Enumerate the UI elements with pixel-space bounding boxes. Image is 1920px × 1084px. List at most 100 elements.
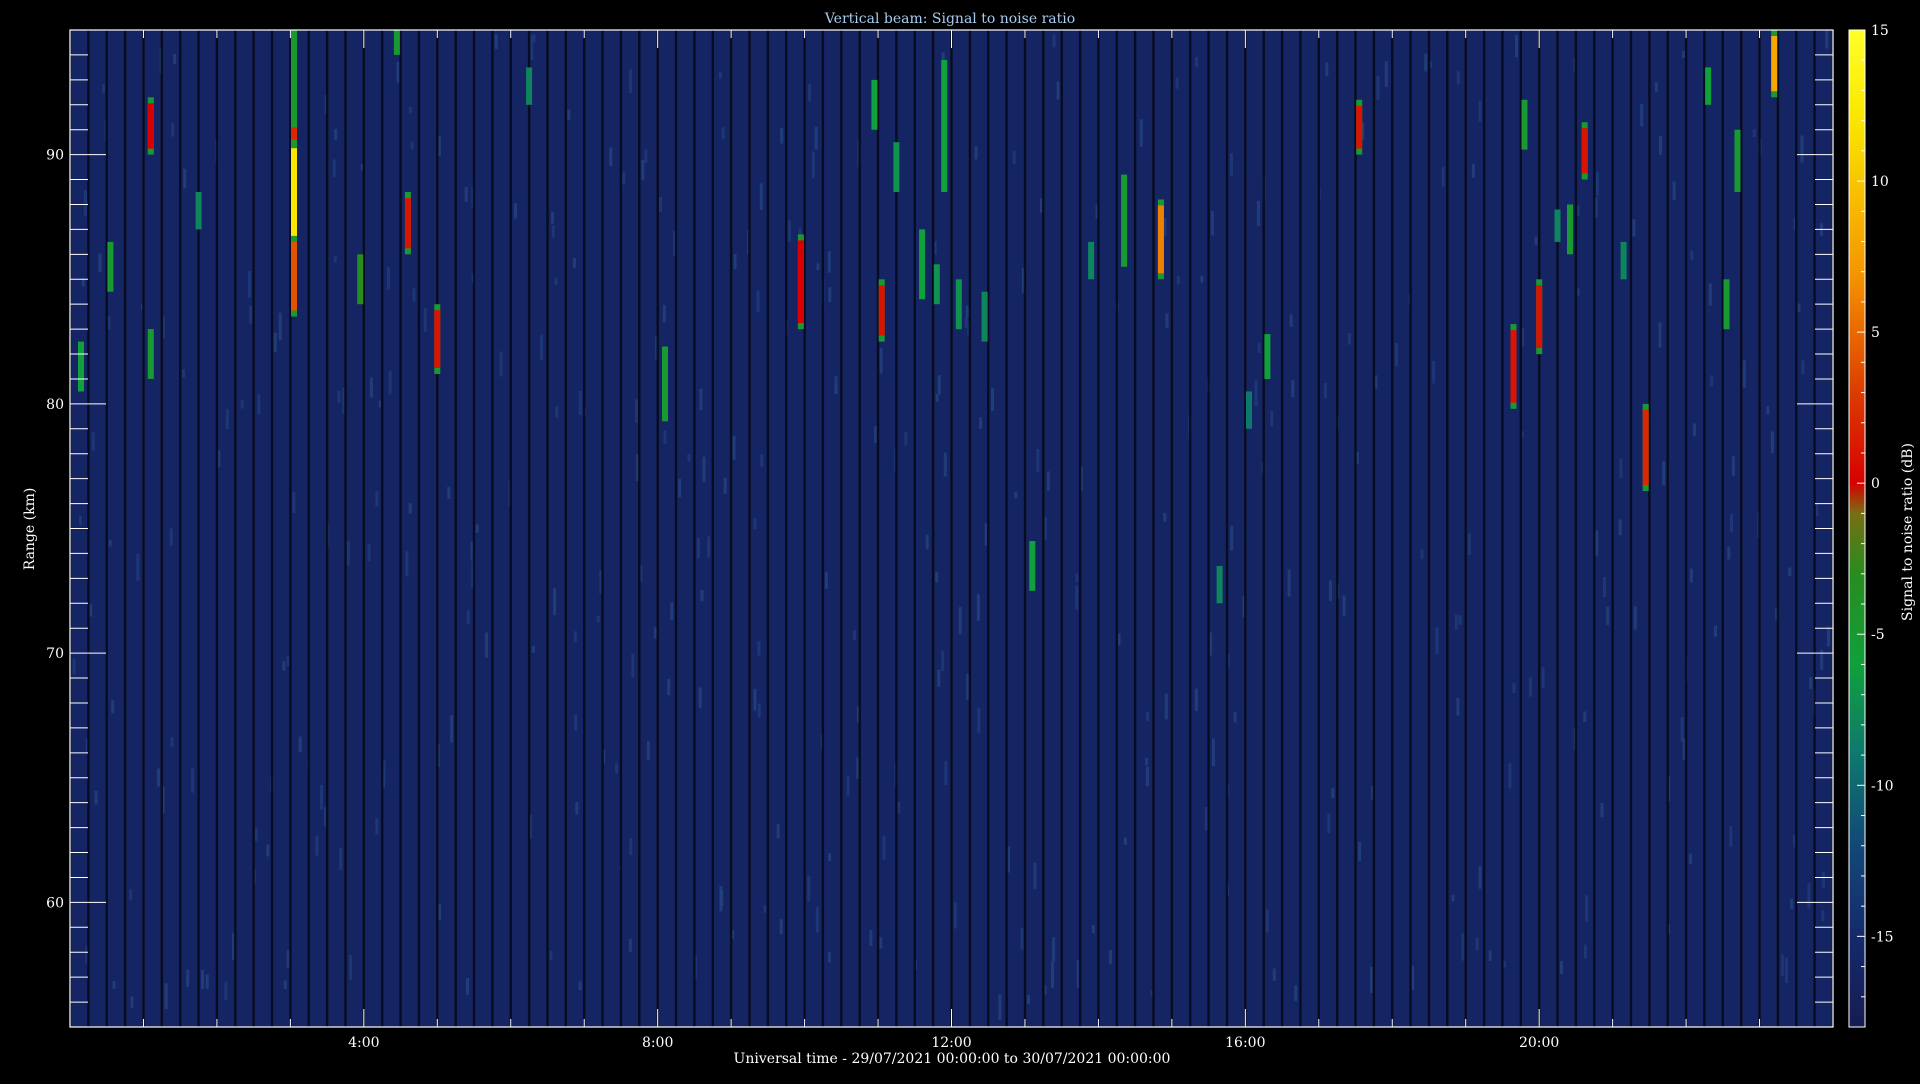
- echo-feature: [1554, 209, 1561, 242]
- noise-cell: [1370, 966, 1373, 993]
- noise-cell: [1145, 757, 1148, 766]
- echo-feature: [1771, 30, 1778, 98]
- noise-cell: [897, 801, 901, 814]
- gap-stripe: [454, 30, 457, 1027]
- noise-cell: [1358, 842, 1362, 861]
- echo-feature: [797, 234, 804, 330]
- noise-cell: [450, 715, 454, 743]
- noise-cell: [634, 399, 638, 423]
- echo-core: [1356, 105, 1363, 149]
- noise-cell: [567, 109, 571, 121]
- noise-cell: [759, 183, 763, 210]
- noise-cell: [670, 602, 674, 620]
- echo-feature: [1121, 174, 1128, 267]
- noise-cell: [1376, 76, 1380, 100]
- echo-core: [1521, 99, 1528, 150]
- noise-cell: [1256, 200, 1260, 227]
- noise-cell: [827, 952, 831, 963]
- noise-cell: [183, 168, 187, 189]
- noise-cell: [1633, 606, 1637, 630]
- noise-cell: [1658, 322, 1662, 348]
- noise-cell: [1488, 950, 1492, 961]
- gap-stripe: [1280, 30, 1284, 1027]
- noise-cell: [869, 930, 873, 947]
- noise-cell: [349, 955, 353, 980]
- noise-cell: [1640, 103, 1644, 127]
- noise-cell: [1233, 711, 1237, 723]
- noise-cell: [1595, 172, 1599, 196]
- noise-cell: [935, 393, 939, 402]
- noise-cell: [375, 818, 379, 835]
- noise-cell: [937, 669, 941, 687]
- echo-core: [1510, 330, 1517, 403]
- noise-cell: [667, 678, 671, 696]
- noise-cell: [814, 127, 818, 150]
- noise-cell: [1714, 625, 1717, 637]
- noise-cell: [1730, 514, 1733, 533]
- noise-cell: [282, 661, 286, 671]
- gap-stripe: [1005, 30, 1008, 1027]
- noise-cell: [130, 996, 134, 1009]
- echo-feature: [878, 279, 885, 342]
- noise-cell: [240, 400, 244, 409]
- gap-stripe: [215, 30, 219, 1027]
- noise-cell: [257, 394, 261, 415]
- gap-stripe: [197, 30, 200, 1027]
- gap-stripe: [1611, 30, 1614, 1027]
- noise-cell: [278, 312, 282, 341]
- noise-cell: [1752, 129, 1756, 138]
- gap-stripe: [491, 30, 494, 1027]
- noise-cell: [283, 980, 287, 989]
- echo-core: [357, 254, 364, 305]
- noise-cell: [494, 34, 498, 49]
- noise-cell: [266, 844, 270, 857]
- noise-cell: [485, 632, 488, 658]
- echo-feature: [1536, 279, 1543, 355]
- noise-cell: [1454, 614, 1458, 630]
- noise-cell: [760, 454, 764, 467]
- noise-cell: [1342, 595, 1346, 617]
- echo-core: [893, 142, 900, 192]
- gap-stripe: [1207, 30, 1210, 1027]
- noise-cell: [1708, 283, 1712, 306]
- echo-feature: [78, 341, 84, 392]
- noise-cell: [1780, 954, 1784, 976]
- noise-cell: [298, 736, 302, 753]
- gap-stripe: [821, 30, 825, 1027]
- noise-cell: [815, 906, 819, 933]
- echo-core: [797, 240, 804, 324]
- noise-cell: [1688, 853, 1692, 865]
- noise-cell: [1478, 101, 1482, 122]
- noise-cell: [1294, 985, 1298, 1002]
- noise-cell: [1785, 957, 1788, 983]
- gap-stripe: [1666, 30, 1669, 1027]
- noise-cell: [756, 290, 760, 312]
- gap-stripe: [1795, 30, 1798, 1027]
- echo-feature: [1510, 324, 1517, 409]
- noise-cell: [1052, 34, 1056, 48]
- echo-feature: [981, 291, 988, 342]
- colorbar-tick-label: -5: [1871, 627, 1885, 643]
- noise-cell: [628, 938, 632, 952]
- noise-cell: [475, 524, 479, 533]
- gap-stripe: [142, 30, 145, 1027]
- noise-cell: [499, 351, 503, 377]
- noise-cell: [615, 763, 619, 774]
- noise-cell: [965, 305, 969, 318]
- noise-cell: [1585, 895, 1589, 922]
- colorbar-tick-label: -15: [1871, 929, 1894, 945]
- noise-cell: [408, 106, 412, 114]
- echo-feature: [404, 192, 411, 255]
- gap-stripe: [1758, 30, 1761, 1027]
- gap-stripe: [987, 30, 990, 1027]
- noise-cell: [943, 452, 947, 477]
- echo-feature: [1356, 99, 1363, 155]
- noise-cell: [375, 491, 379, 507]
- echo-core: [1554, 209, 1561, 242]
- noise-cell: [732, 435, 736, 460]
- noise-cell: [631, 653, 635, 678]
- gap-stripe: [950, 30, 953, 1027]
- noise-cell: [700, 590, 704, 602]
- colorbar-label: Signal to noise ratio (dB): [1900, 443, 1916, 621]
- echo-feature: [1521, 99, 1528, 150]
